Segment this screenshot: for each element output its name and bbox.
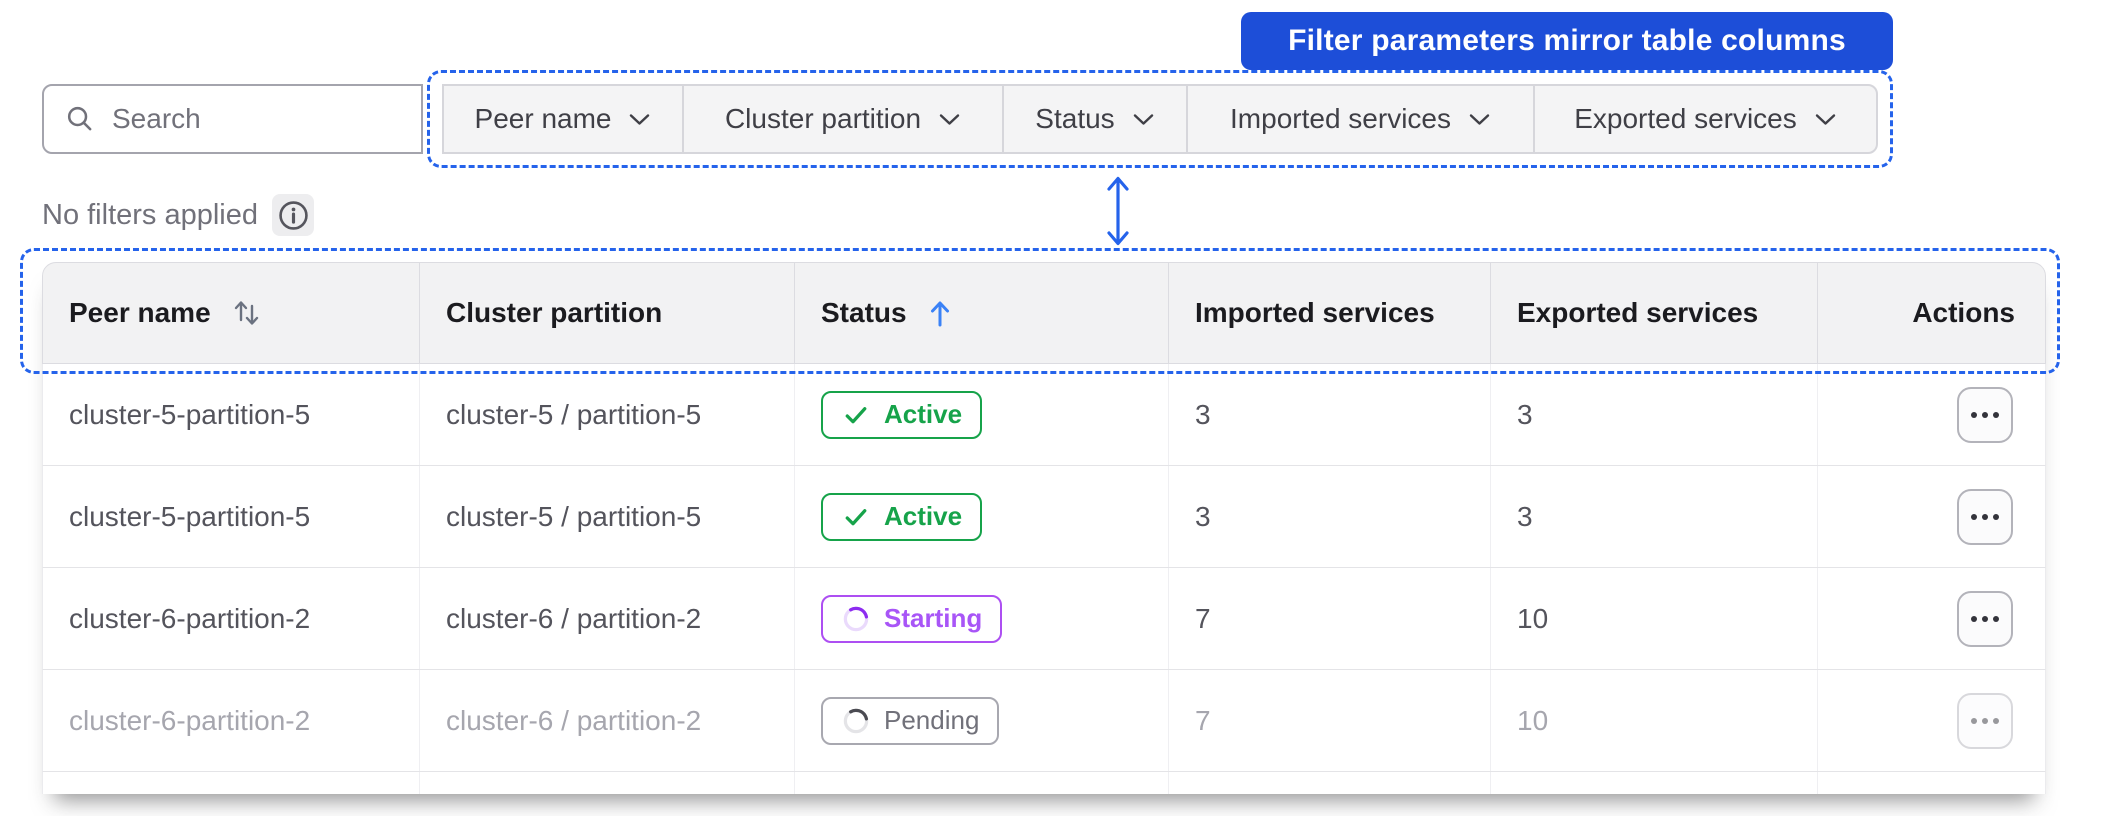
cell-imported-services: 3 <box>1195 398 1211 430</box>
column-header-status[interactable]: Status <box>795 263 1169 363</box>
cell-exported-services: 3 <box>1517 500 1533 532</box>
cell-peer-name: cluster-6-partition-2 <box>69 602 311 634</box>
table-row-partial <box>42 772 2046 794</box>
column-header-cluster-partition: Cluster partition <box>420 263 795 363</box>
cell-exported-services: 10 <box>1517 602 1549 634</box>
filters-status: No filters applied <box>42 194 314 236</box>
ellipsis-icon <box>1971 411 1977 418</box>
cell-exported-services: 3 <box>1517 398 1533 430</box>
status-badge: Starting <box>821 594 1003 643</box>
filter-label: Peer name <box>474 103 612 134</box>
filter-label: Cluster partition <box>724 103 922 134</box>
column-header-peer-name[interactable]: Peer name <box>43 263 420 363</box>
ellipsis-icon <box>1971 717 1977 724</box>
cell-cluster-partition: cluster-5 / partition-5 <box>446 398 702 430</box>
row-actions-menu-button[interactable] <box>1957 488 2013 545</box>
ellipsis-icon <box>1971 615 1977 622</box>
cell-peer-name: cluster-6-partition-2 <box>69 704 311 736</box>
check-icon <box>845 406 867 423</box>
sort-unsorted-icon <box>234 301 258 325</box>
filter-bar: Peer name Cluster partition Status Impor… <box>442 84 1878 154</box>
filter-label: Imported services <box>1230 103 1451 134</box>
cell-peer-name: cluster-5-partition-5 <box>69 500 311 532</box>
cell-peer-name: cluster-5-partition-5 <box>69 398 311 430</box>
row-actions-menu-button[interactable] <box>1957 386 2013 443</box>
annotation-callout: Filter parameters mirror table columns <box>1241 12 1893 70</box>
sort-ascending-icon <box>930 301 949 327</box>
column-header-imported-services: Imported services <box>1169 263 1491 363</box>
cell-cluster-partition: cluster-6 / partition-2 <box>446 602 702 634</box>
chevron-down-icon <box>939 113 960 125</box>
ellipsis-icon <box>1971 513 1977 520</box>
status-badge: Pending <box>821 696 1000 745</box>
filter-dropdown-exported-services[interactable]: Exported services <box>1535 86 1876 152</box>
search-icon <box>67 106 92 131</box>
filter-dropdown-peer-name[interactable]: Peer name <box>444 86 684 152</box>
filter-dropdown-imported-services[interactable]: Imported services <box>1188 86 1535 152</box>
spinner-icon <box>843 708 869 733</box>
column-header-actions: Actions <box>1912 297 2015 328</box>
filter-dropdown-status[interactable]: Status <box>1004 86 1188 152</box>
cell-imported-services: 3 <box>1195 500 1211 532</box>
chevron-down-icon <box>1469 113 1490 125</box>
chevron-down-icon <box>1815 113 1835 125</box>
table-row: cluster-5-partition-5 cluster-5 / partit… <box>42 466 2046 568</box>
search-input[interactable] <box>112 103 412 135</box>
cell-imported-services: 7 <box>1195 602 1211 634</box>
table-row: cluster-5-partition-5 cluster-5 / partit… <box>42 364 2046 466</box>
table-header-row: Peer name Cluster partition Status Impor… <box>42 262 2046 364</box>
search-box <box>42 84 423 154</box>
spinner-icon <box>843 606 869 631</box>
filter-dropdown-cluster-partition[interactable]: Cluster partition <box>684 86 1004 152</box>
peers-table: Peer name Cluster partition Status Impor… <box>42 262 2046 794</box>
peers-table-page: Filter parameters mirror table columns P… <box>0 0 2118 816</box>
info-icon[interactable] <box>272 194 314 236</box>
table-body: cluster-5-partition-5 cluster-5 / partit… <box>42 364 2046 772</box>
status-badge-label: Starting <box>884 603 983 633</box>
table-row: cluster-6-partition-2 cluster-6 / partit… <box>42 670 2046 772</box>
status-badge-label: Pending <box>884 705 980 735</box>
cell-imported-services: 7 <box>1195 704 1211 736</box>
filter-label: Exported services <box>1574 103 1797 134</box>
table-row: cluster-6-partition-2 cluster-6 / partit… <box>42 568 2046 670</box>
chevron-down-icon <box>630 113 650 125</box>
filter-label: Status <box>1035 103 1115 134</box>
chevron-down-icon <box>1133 113 1153 125</box>
cell-cluster-partition: cluster-5 / partition-5 <box>446 500 702 532</box>
row-actions-menu-button[interactable] <box>1957 590 2013 647</box>
column-header-exported-services: Exported services <box>1491 263 1818 363</box>
cell-exported-services: 10 <box>1517 704 1549 736</box>
mirror-arrow-icon <box>1107 176 1129 246</box>
status-badge: Active <box>821 390 983 439</box>
status-badge: Active <box>821 492 983 541</box>
row-actions-menu-button[interactable] <box>1957 692 2013 749</box>
status-badge-label: Active <box>884 501 963 531</box>
filters-status-text: No filters applied <box>42 198 258 231</box>
cell-cluster-partition: cluster-6 / partition-2 <box>446 704 702 736</box>
check-icon <box>845 508 867 525</box>
status-badge-label: Active <box>884 399 963 429</box>
